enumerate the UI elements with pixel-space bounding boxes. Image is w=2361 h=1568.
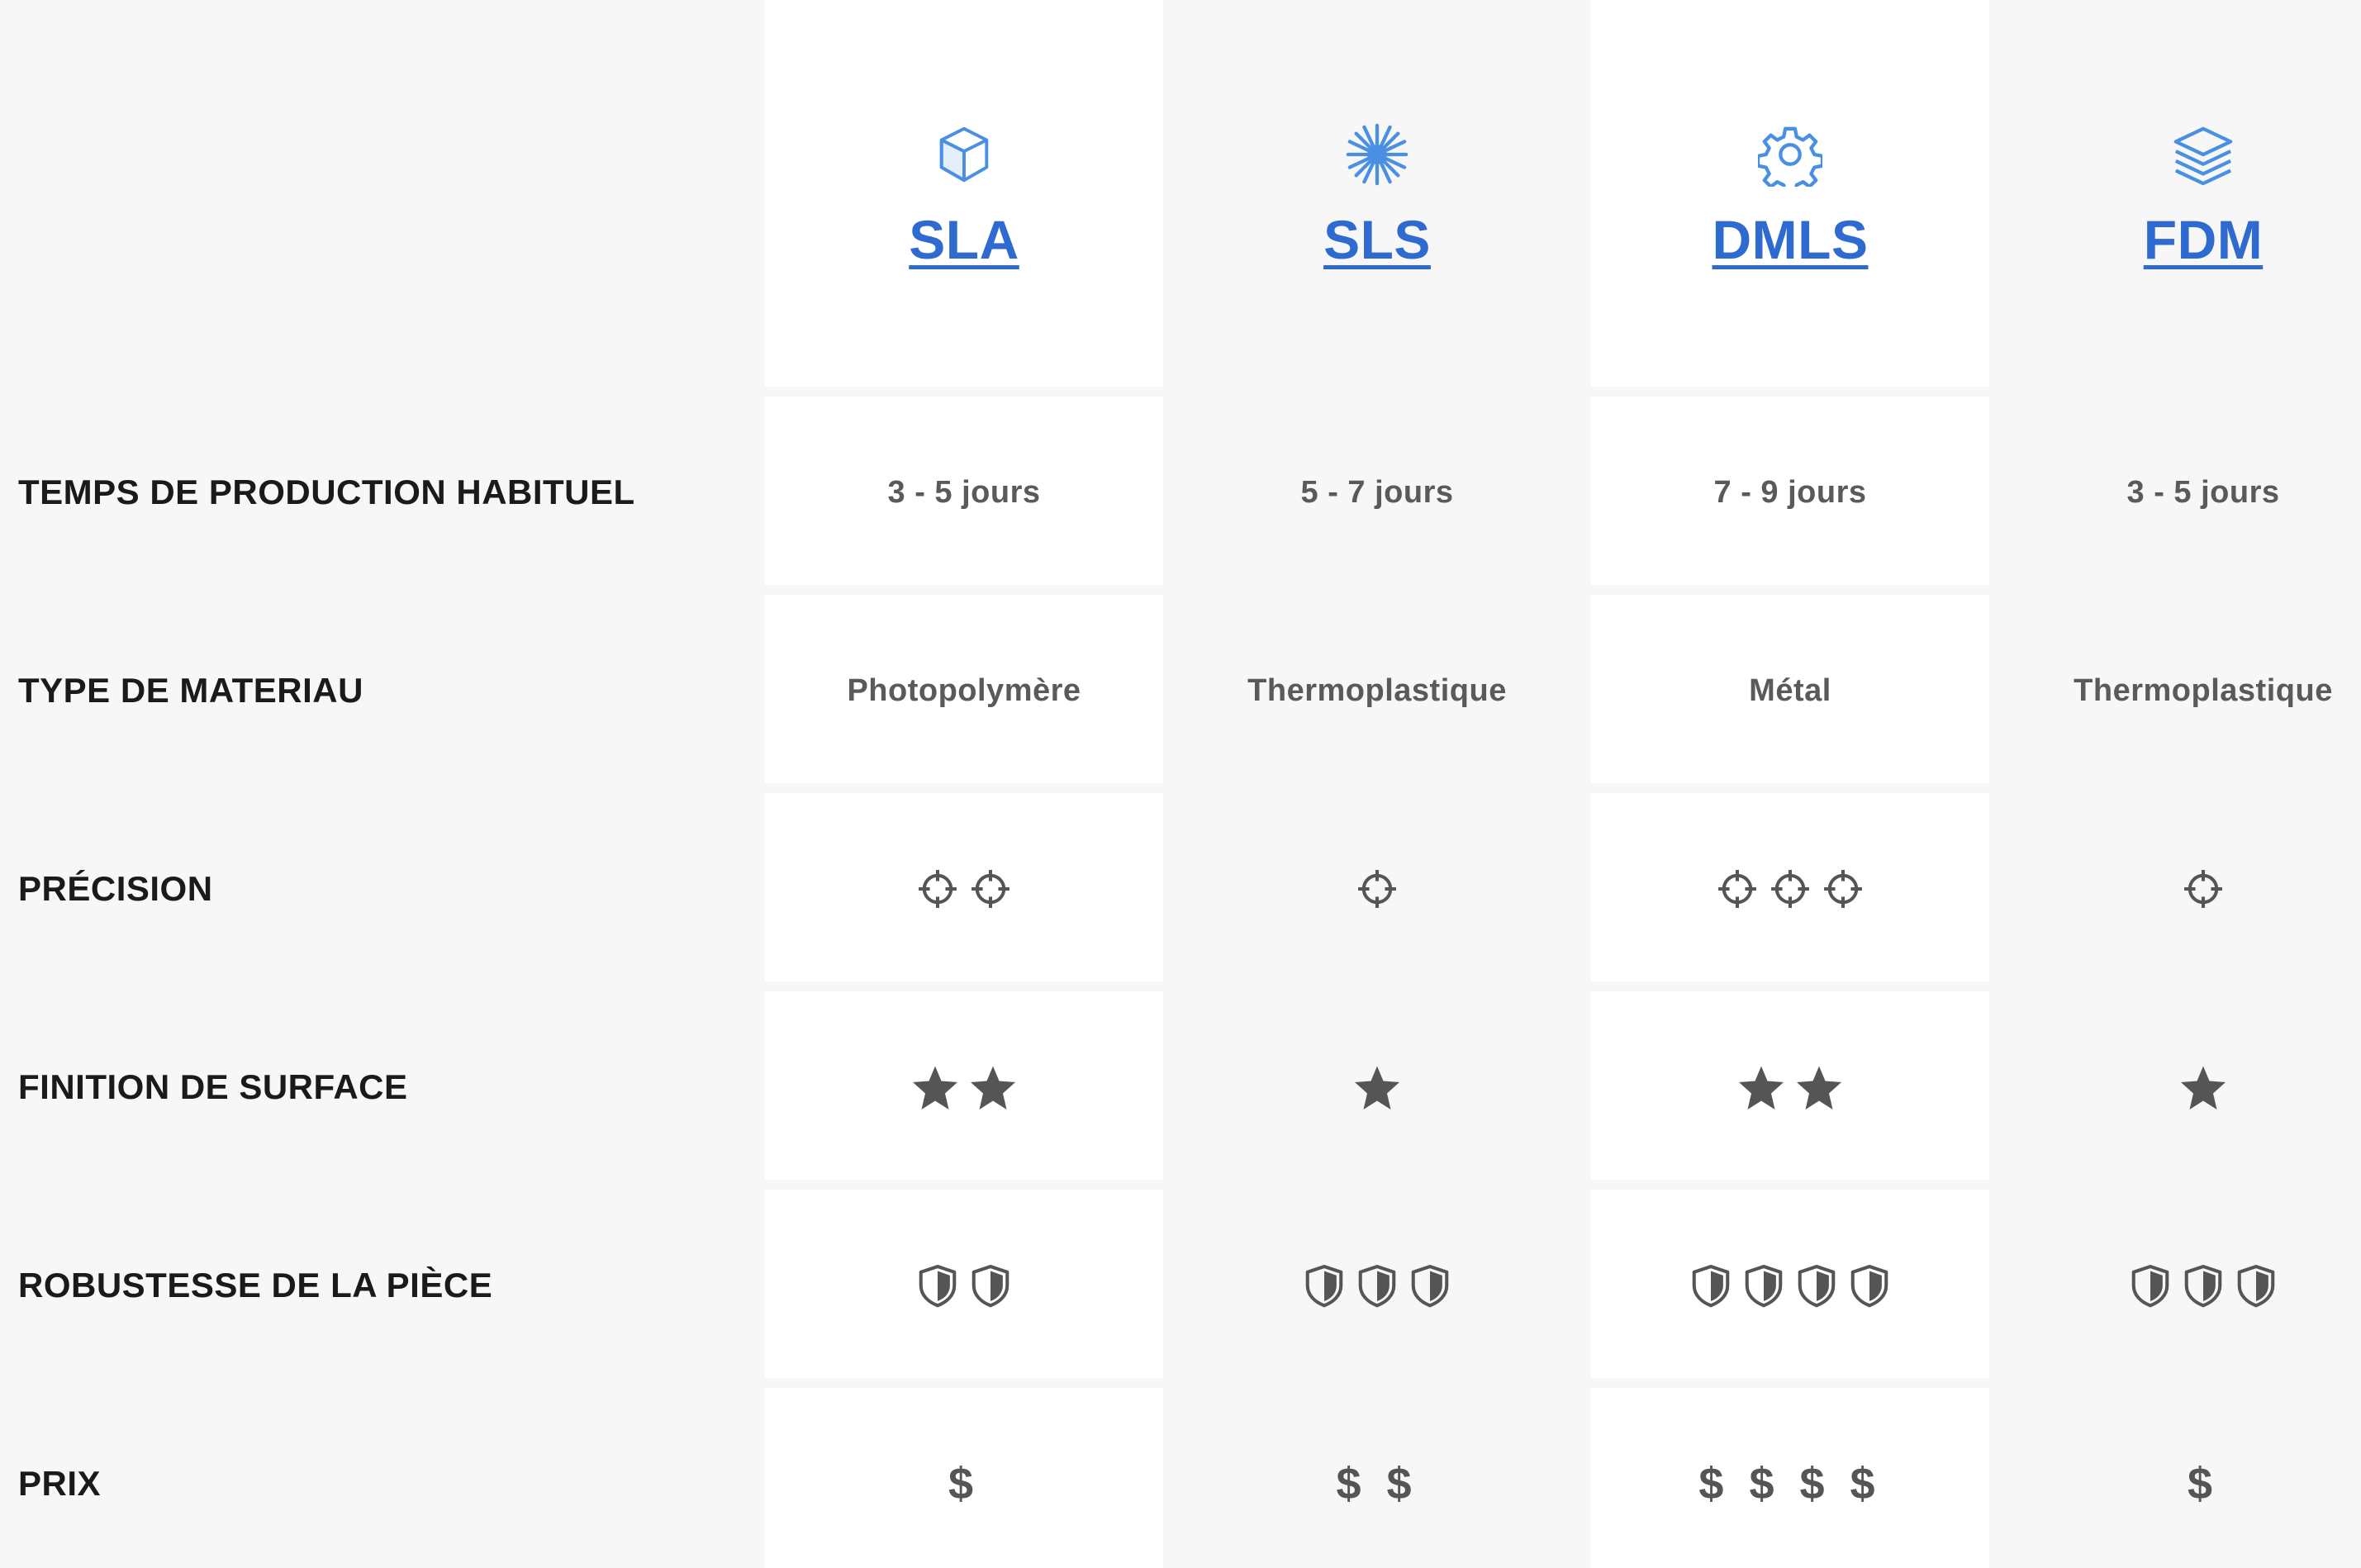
header-sla: SLA [765,15,1163,387]
crosshair-icon [919,870,957,908]
shield-icon [1305,1265,1343,1308]
row-label-part-strength: ROBUSTESSE DE LA PIÈCE [18,1266,493,1304]
row-label-production-time: TEMPS DE PRODUCTION HABITUEL [18,473,635,511]
crosshair-icon [971,870,1009,908]
shield-icon [1358,1265,1396,1308]
tech-link-fdm[interactable]: FDM [2144,208,2263,271]
cell-precision-fdm [2004,848,2361,930]
price-value: $ $ $ $ [1698,1459,1882,1509]
star-rating [1352,1062,1402,1112]
material-type-value: Thermoplastique [1247,672,1507,708]
cell-surface-finish-sla [765,1046,1163,1128]
tech-link-dmls[interactable]: DMLS [1713,208,1869,271]
shield-icon [971,1265,1009,1308]
tech-link-sls[interactable]: SLS [1323,208,1431,271]
production-time-value: 7 - 9 jours [1713,474,1867,510]
crosshair-icon [1718,870,1756,908]
row-label-material-type: TYPE DE MATERIAU [18,671,363,710]
shield-icon [1411,1265,1449,1308]
shield-icon [919,1265,957,1308]
star-icon [1739,1066,1784,1109]
gear-icon [1758,121,1822,188]
material-type-value: Thermoplastique [2074,672,2333,708]
cell-price-dmls: $ $ $ $ [1591,1442,1989,1525]
cell-production-time-fdm: 3 - 5 jours [2004,451,2361,534]
price-value: $ [2187,1459,2220,1509]
cell-price-fdm: $ [2004,1442,2361,1525]
crosshair-icon [1771,870,1809,908]
row-label-surface-finish: FINITION DE SURFACE [18,1067,408,1106]
shield-rating [1302,1263,1452,1308]
production-time-value: 3 - 5 jours [2126,474,2280,510]
material-type-value: Photopolymère [847,672,1081,708]
material-type-value: Métal [1749,672,1831,708]
shield-icon [2184,1265,2222,1308]
header-dmls: DMLS [1591,15,1989,387]
shield-icon [1850,1265,1888,1308]
cube-icon [932,121,996,188]
cell-material-type-sla: Photopolymère [765,649,1163,732]
cell-surface-finish-fdm [2004,1046,2361,1128]
price-value: $ [948,1459,981,1509]
price-value: $ $ [1336,1459,1418,1509]
crosshair-rating [1715,867,1865,911]
production-time-value: 5 - 7 jours [1300,474,1454,510]
header-fdm: FDM [2004,15,2361,387]
crosshair-rating [2181,867,2226,911]
cell-production-time-sls: 5 - 7 jours [1178,451,1576,534]
cell-part-strength-dmls [1591,1244,1989,1327]
production-time-value: 3 - 5 jours [887,474,1041,510]
layers-icon [2171,121,2235,188]
cell-precision-sla [765,848,1163,930]
laser-burst-icon [1345,121,1409,188]
star-rating [1736,1062,1844,1112]
cell-material-type-sls: Thermoplastique [1178,649,1576,732]
cell-part-strength-sla [765,1244,1163,1327]
crosshair-rating [1355,867,1399,911]
shield-icon [2131,1265,2169,1308]
cell-surface-finish-dmls [1591,1046,1989,1128]
row-label-price: PRIX [18,1464,102,1503]
cell-precision-sls [1178,848,1576,930]
cell-production-time-sla: 3 - 5 jours [765,451,1163,534]
shield-icon [1798,1265,1836,1308]
cell-production-time-dmls: 7 - 9 jours [1591,451,1989,534]
shield-rating [915,1263,1013,1308]
star-icon [2181,1066,2226,1109]
shield-icon [2237,1265,2275,1308]
shield-icon [1692,1265,1730,1308]
star-icon [1355,1066,1399,1109]
crosshair-icon [1824,870,1862,908]
cell-material-type-fdm: Thermoplastique [2004,649,2361,732]
shield-icon [1745,1265,1783,1308]
cell-surface-finish-sls [1178,1046,1576,1128]
star-rating [2178,1062,2228,1112]
cell-material-type-dmls: Métal [1591,649,1989,732]
star-icon [971,1066,1015,1109]
cell-part-strength-fdm [2004,1244,2361,1327]
shield-rating [2128,1263,2278,1308]
cell-price-sla: $ [765,1442,1163,1525]
crosshair-icon [2184,870,2222,908]
row-label-precision: PRÉCISION [18,869,213,908]
star-icon [1797,1066,1841,1109]
cell-price-sls: $ $ [1178,1442,1576,1525]
header-sls: SLS [1178,15,1576,387]
shield-rating [1689,1263,1892,1308]
cell-part-strength-sls [1178,1244,1576,1327]
cell-precision-dmls [1591,848,1989,930]
crosshair-rating [915,867,1013,911]
star-icon [913,1066,957,1109]
star-rating [910,1062,1018,1112]
tech-link-sla[interactable]: SLA [909,208,1019,271]
crosshair-icon [1358,870,1396,908]
